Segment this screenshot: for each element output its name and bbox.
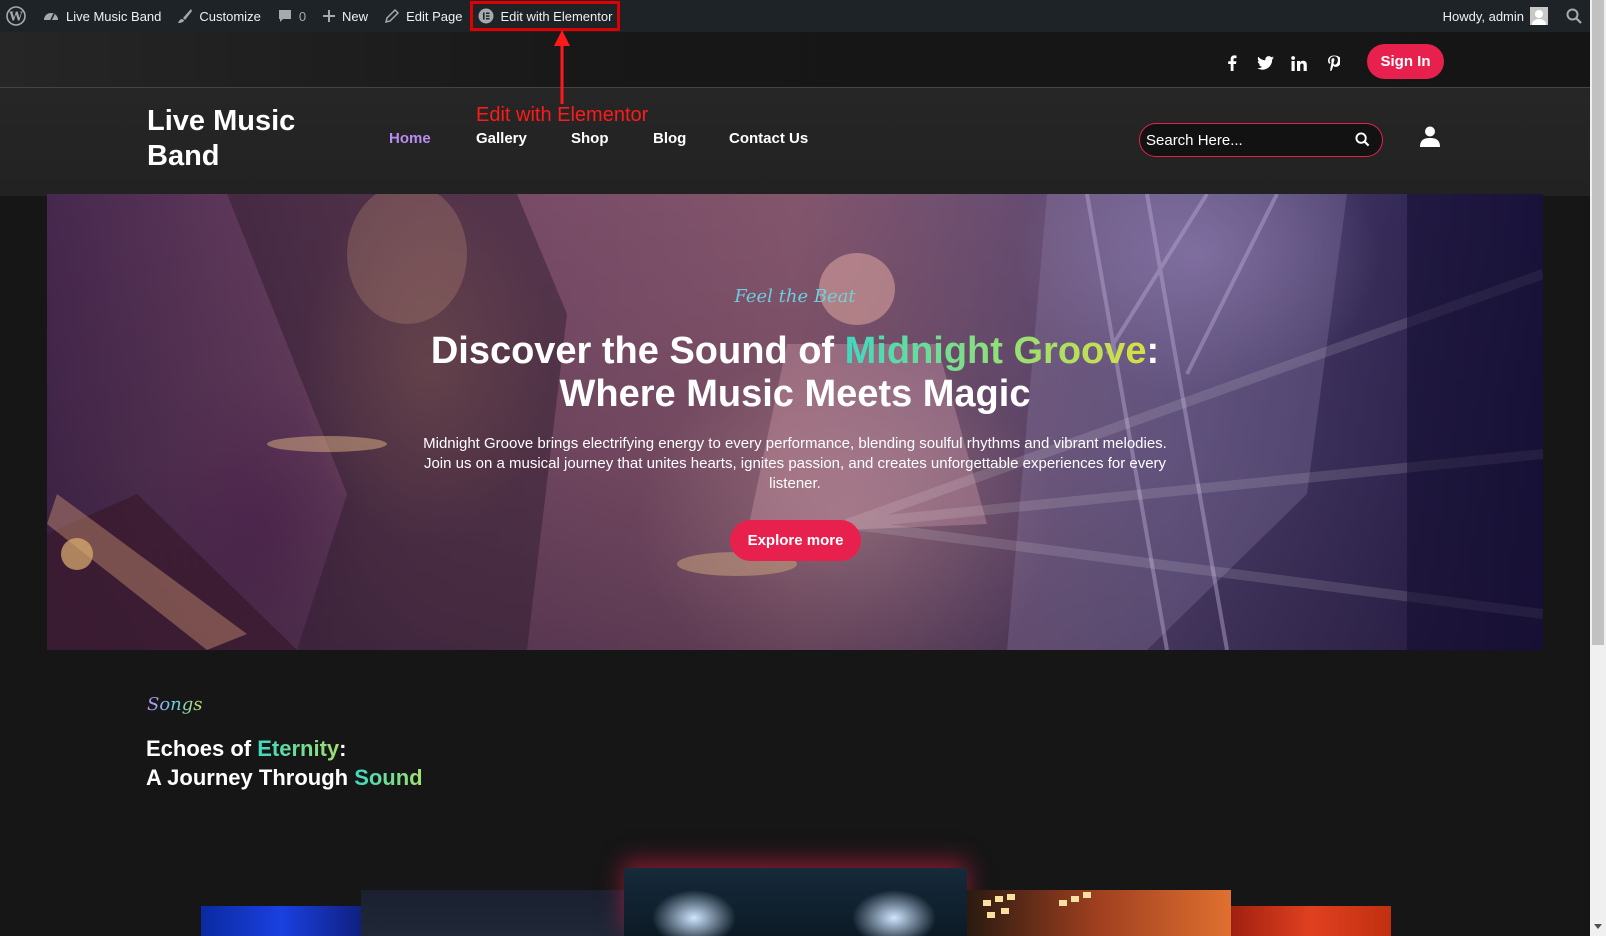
site-name-label: Live Music Band	[66, 8, 162, 24]
user-account-icon[interactable]	[1420, 126, 1440, 147]
site-logo[interactable]: Live Music Band	[147, 104, 327, 174]
facebook-link[interactable]	[1221, 52, 1243, 74]
songs-title-pre: Echoes of	[146, 736, 258, 761]
page-scrollbar[interactable]	[1590, 0, 1606, 936]
new-content-menu[interactable]: New	[314, 0, 376, 32]
site-name-menu[interactable]: Live Music Band	[34, 0, 169, 32]
search-icon[interactable]	[1355, 132, 1370, 147]
customize-label: Customize	[199, 8, 261, 24]
edit-page-label: Edit Page	[406, 8, 463, 24]
songs-title-highlight: Eternity	[257, 736, 340, 761]
song-card-1[interactable]	[201, 906, 361, 936]
sign-in-button[interactable]: Sign In	[1367, 44, 1444, 79]
my-account-menu[interactable]: Howdy, admin	[1435, 0, 1556, 32]
edit-page-link[interactable]: Edit Page	[376, 0, 470, 32]
song-card-3[interactable]	[624, 868, 967, 936]
songs-tagline: Songs	[147, 694, 203, 715]
wordpress-icon: W	[6, 6, 26, 26]
pinterest-icon	[1327, 55, 1340, 71]
songs-title-line2-highlight: Sound	[354, 765, 423, 790]
wp-admin-bar: W Live Music Band Customize 0 New Edit P…	[0, 0, 1590, 32]
comments-count: 0	[298, 8, 307, 24]
howdy-label: Howdy, admin	[1442, 8, 1524, 24]
explore-more-button[interactable]: Explore more	[730, 520, 861, 561]
admin-bar-right: Howdy, admin	[1435, 0, 1590, 32]
song-card-2[interactable]	[361, 890, 624, 936]
elementor-icon	[478, 8, 494, 24]
song-card-5[interactable]	[1231, 906, 1391, 936]
top-bar	[0, 32, 1590, 88]
search-input[interactable]	[1146, 127, 1346, 153]
hero-title-pre: Discover the Sound of	[430, 330, 845, 372]
hero-title-highlight: Midnight Groove	[844, 330, 1147, 372]
new-label: New	[342, 8, 369, 24]
annotation-label: Edit with Elementor	[476, 104, 649, 126]
hero-tagline: Feel the Beat	[47, 286, 1543, 307]
pinterest-link[interactable]	[1322, 52, 1344, 74]
songs-title: Echoes of Eternity: A Journey Through So…	[146, 734, 423, 792]
nav-shop[interactable]: Shop	[571, 130, 609, 147]
avatar	[1530, 7, 1548, 25]
pencil-icon	[385, 8, 400, 24]
linkedin-link[interactable]	[1288, 52, 1310, 74]
twitter-icon	[1256, 56, 1274, 70]
hero-title: Discover the Sound of Midnight Groove: W…	[47, 330, 1543, 416]
song-card-4[interactable]	[967, 890, 1231, 936]
hero-description: Midnight Groove brings electrifying ener…	[423, 435, 1167, 492]
nav-contact-us[interactable]: Contact Us	[729, 130, 808, 147]
svg-text:W: W	[8, 10, 23, 24]
hero-banner: Feel the Beat Discover the Sound of Midn…	[47, 194, 1543, 650]
stage-lights-image	[983, 892, 1091, 918]
header-search	[1139, 123, 1383, 157]
facebook-icon	[1228, 55, 1237, 71]
comment-icon	[278, 10, 291, 22]
hero-title-line2: Where Music Meets Magic	[559, 373, 1031, 415]
wp-logo-menu[interactable]: W	[0, 0, 34, 32]
nav-gallery[interactable]: Gallery	[476, 130, 527, 147]
plus-icon	[323, 10, 336, 22]
page: W Live Music Band Customize 0 New Edit P…	[0, 0, 1606, 936]
hero-title-post: :	[1146, 330, 1160, 372]
edit-with-elementor-label: Edit with Elementor	[500, 8, 613, 24]
brush-icon	[178, 9, 193, 23]
hero-content: Feel the Beat Discover the Sound of Midn…	[47, 194, 1543, 650]
comments-link[interactable]: 0	[269, 0, 314, 32]
scroll-down-arrow-icon[interactable]	[1594, 924, 1602, 929]
linkedin-icon	[1291, 55, 1307, 71]
nav-home[interactable]: Home	[389, 130, 431, 147]
songs-title-colon: :	[339, 736, 347, 761]
admin-search[interactable]	[1556, 0, 1590, 32]
edit-with-elementor-link[interactable]: Edit with Elementor	[470, 1, 621, 31]
nav-blog[interactable]: Blog	[653, 130, 686, 147]
annotation-arrow	[554, 30, 570, 104]
twitter-link[interactable]	[1254, 52, 1276, 74]
customize-link[interactable]: Customize	[169, 0, 268, 32]
songs-title-line2-pre: A Journey Through	[146, 765, 355, 790]
search-icon	[1566, 8, 1582, 24]
dashboard-icon	[44, 13, 58, 21]
scrollbar-thumb[interactable]	[1592, 0, 1604, 645]
